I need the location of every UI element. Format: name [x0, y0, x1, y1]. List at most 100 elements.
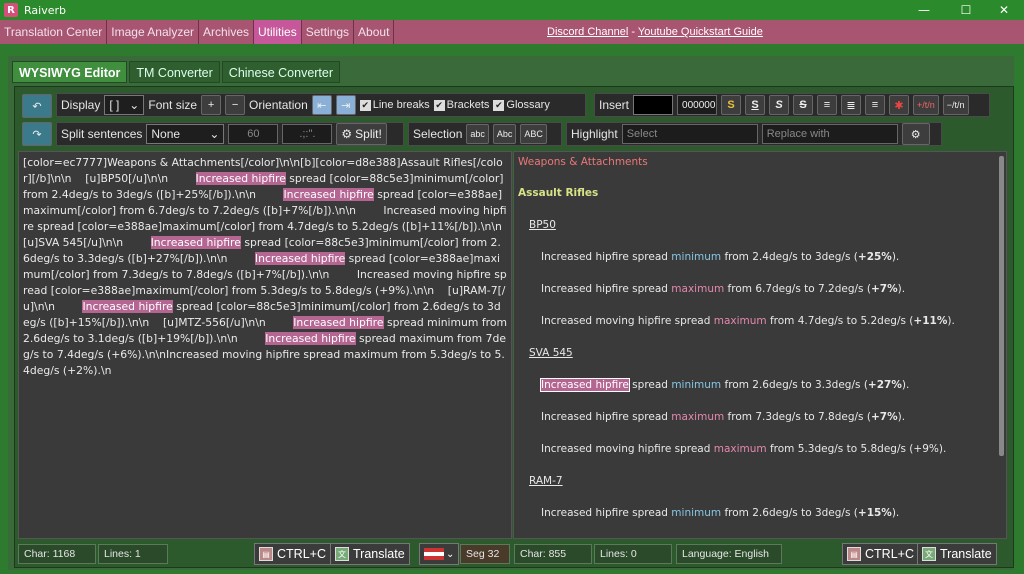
menu-item-archives[interactable]: Archives [199, 20, 255, 44]
insert-label: Insert [599, 98, 630, 112]
preview-line: Increased hipfire spread minimum from 2.… [540, 378, 909, 392]
preview-scrollbar[interactable] [999, 156, 1004, 456]
bold-s-button[interactable]: S [721, 95, 742, 115]
redo-icon: ↷ [32, 127, 42, 141]
preview-text: from 4.7deg/s to 5.2deg/s ( [766, 315, 914, 327]
chevron-down-icon: ⌄ [209, 127, 220, 141]
youtube-guide-link[interactable]: Youtube Quickstart Guide [638, 26, 763, 38]
bug-button[interactable]: ✱ [889, 95, 910, 115]
glossary-checkbox[interactable]: ✔ Glossary [493, 99, 550, 111]
split-chars-field[interactable]: .;:". [282, 124, 333, 144]
align-left-button[interactable]: ≡ [817, 95, 838, 115]
maximize-icon[interactable]: ☐ [946, 0, 986, 20]
preview-text: Increased hipfire spread [541, 251, 672, 263]
display-value: [ ] [109, 98, 120, 112]
orientation-label: Orientation [249, 98, 308, 112]
preview-weapon-name: SVA 545 [529, 347, 573, 359]
search-highlight: Increased hipfire [82, 300, 173, 313]
highlight-select-input[interactable]: Select [621, 124, 758, 144]
align-left-icon: ≡ [823, 99, 831, 111]
preview-text: from 2.4deg/s to 3deg/s ( [721, 251, 858, 263]
redo-button[interactable]: ↷ [22, 122, 52, 146]
fontsize-label: Font size [148, 98, 198, 112]
align-right-button[interactable]: ≡ [865, 95, 886, 115]
align-center-button[interactable]: ≣ [841, 95, 862, 115]
strike-s-button[interactable]: S [793, 95, 814, 115]
color-swatch[interactable] [633, 95, 674, 115]
uppercase-button[interactable]: ABC [520, 124, 547, 144]
minimize-icon[interactable]: — [904, 0, 944, 20]
copy-button-right[interactable]: ▤ CTRL+C [842, 543, 919, 565]
editor-tabs: WYSIWYG Editor TM Converter Chinese Conver… [12, 61, 341, 83]
copy-button-left[interactable]: ▤ CTRL+C [254, 543, 331, 565]
source-editor[interactable]: [color=ec7777]Weapons & Attachments[/col… [18, 151, 512, 539]
chevron-down-icon: ⌄ [446, 548, 455, 560]
split-toolbar: Split sentences None ⌄ 60 .;:". ⚙ Split! [56, 122, 404, 146]
gear-icon: ⚙ [910, 128, 921, 141]
segment-select[interactable]: ⌄ [419, 543, 460, 565]
preview-percent: +15% [857, 507, 892, 519]
font-decrease-button[interactable]: − [225, 95, 246, 115]
display-select[interactable]: [ ] ⌄ [104, 95, 145, 115]
remove-tn-button[interactable]: −/t/n [942, 95, 969, 115]
preview-keyword: maximum [713, 315, 767, 327]
menu-item-translation-center[interactable]: Translation Center [0, 20, 108, 44]
undo-button[interactable]: ↶ [22, 94, 52, 118]
main-menu: Translation Center Image Analyzer Archives… [0, 20, 1024, 44]
preview-keyword: minimum [671, 507, 722, 519]
menu-item-settings[interactable]: Settings [302, 20, 355, 44]
replace-settings-button[interactable]: ⚙ [901, 123, 930, 145]
lowercase-button[interactable]: abc [466, 124, 489, 144]
titlecase-button[interactable]: Abc [492, 124, 517, 144]
tab-tm-converter[interactable]: TM Converter [129, 61, 220, 83]
preview-section-title: Weapons & Attachments [518, 156, 648, 168]
display-label: Display [61, 98, 101, 112]
search-highlight: Increased hipfire [150, 236, 241, 249]
replace-input[interactable]: Replace with [761, 124, 898, 144]
menu-item-about[interactable]: About [354, 20, 395, 44]
translate-button-left[interactable]: 文 Translate [330, 543, 410, 565]
preview-text: Increased moving hipfire spread [541, 315, 714, 327]
split-select[interactable]: None ⌄ [146, 124, 225, 144]
highlight-toolbar: Highlight Select Replace with ⚙ [566, 122, 942, 146]
translate-button-right[interactable]: 文 Translate [917, 543, 997, 565]
external-links: Discord Channel - Youtube Quickstart Gui… [547, 26, 763, 38]
split-button[interactable]: ⚙ Split! [336, 123, 387, 145]
arrow-left-icon: ⇤ [317, 99, 327, 112]
split-button-label: Split! [355, 127, 382, 141]
italic-s-button[interactable]: S [769, 95, 790, 115]
preview-line: Increased moving hipfire spread maximum … [541, 315, 955, 327]
linebreaks-checkbox[interactable]: ✔ Line breaks [359, 99, 430, 111]
segment-count: Seg 32 [460, 544, 510, 564]
preview-text: ). [891, 251, 900, 263]
preview-keyword: maximum [671, 283, 725, 295]
color-code-field[interactable]: 000000 [677, 95, 718, 115]
preview-line: Increased hipfire spread maximum from 6.… [541, 283, 905, 295]
underline-s-button[interactable]: S [745, 95, 766, 115]
tab-wysiwyg-editor[interactable]: WYSIWYG Editor [12, 61, 128, 83]
split-length-field[interactable]: 60 [228, 124, 279, 144]
translate-label-right: Translate [940, 547, 992, 561]
line-count-left: Lines: 1 [98, 544, 168, 564]
checkbox-checked-icon: ✔ [433, 99, 445, 111]
font-increase-button[interactable]: + [201, 95, 222, 115]
menu-item-utilities[interactable]: Utilities [254, 20, 302, 44]
search-highlight: Increased hipfire [254, 252, 346, 265]
app-logo: R [4, 3, 18, 17]
translate-icon: 文 [335, 547, 349, 561]
orientation-right-button[interactable]: ⇥ [335, 95, 356, 115]
orientation-left-button[interactable]: ⇤ [311, 95, 332, 115]
align-center-icon: ≣ [846, 99, 856, 112]
copy-label-left: CTRL+C [277, 547, 326, 561]
close-icon[interactable]: ✕ [984, 0, 1024, 20]
tab-chinese-converter[interactable]: Chinese Converter [221, 61, 341, 83]
preview-text: ). [891, 507, 900, 519]
menu-item-image-analyzer[interactable]: Image Analyzer [107, 20, 199, 44]
preview-percent: +7% [870, 283, 898, 295]
add-tn-button[interactable]: +/t/n [913, 95, 939, 115]
chevron-down-icon: ⌄ [129, 98, 140, 112]
brackets-checkbox[interactable]: ✔ Brackets [433, 99, 489, 111]
undo-icon: ↶ [32, 99, 42, 113]
preview-line: Increased hipfire spread maximum from 7.… [541, 411, 905, 423]
discord-link[interactable]: Discord Channel [547, 26, 628, 38]
